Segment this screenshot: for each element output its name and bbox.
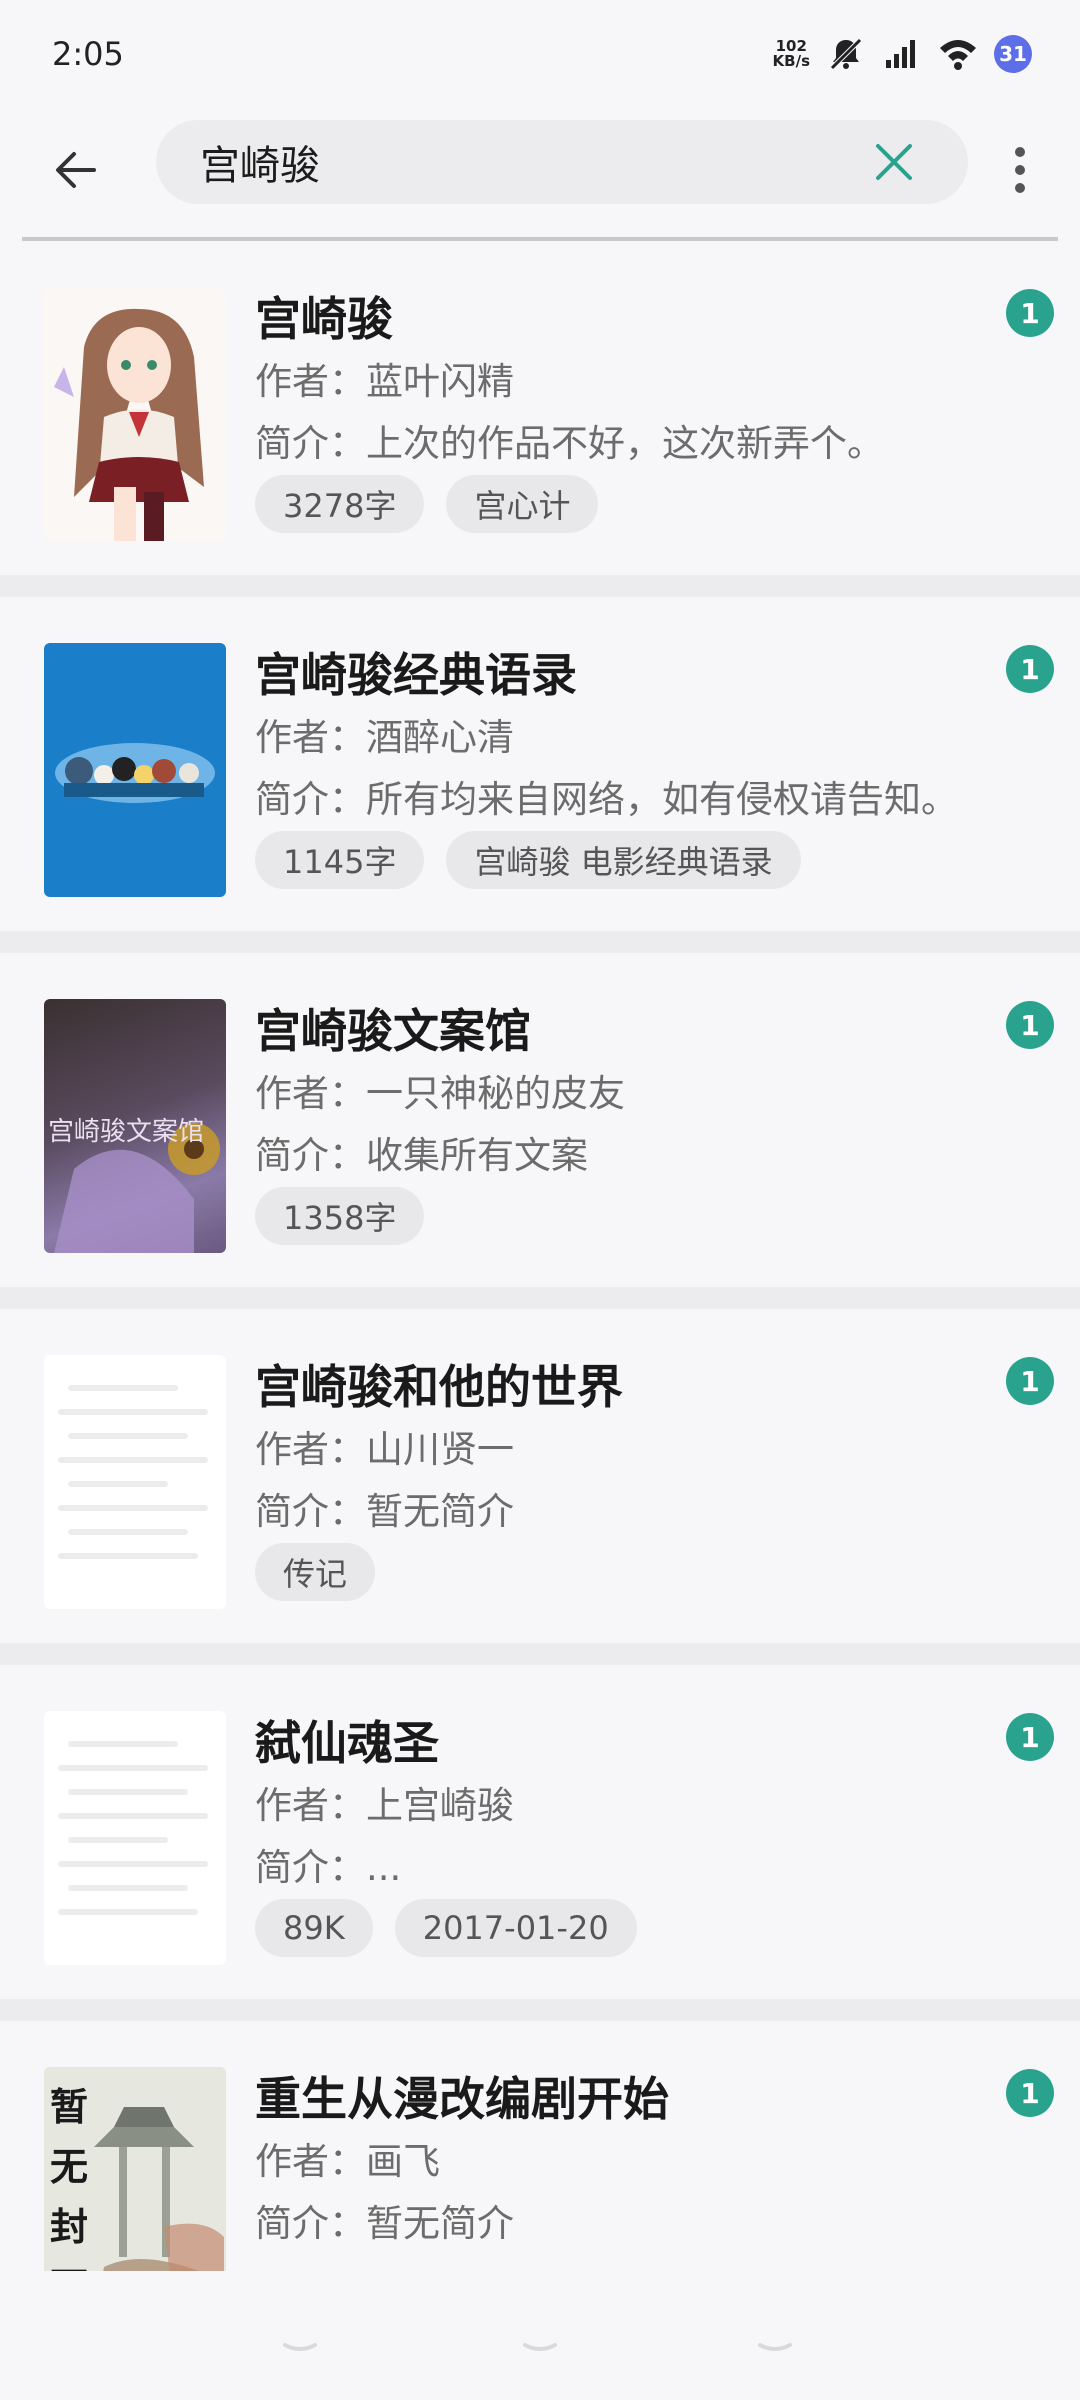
book-tag: 89K: [255, 1899, 373, 1957]
list-separator: [0, 931, 1080, 953]
book-item[interactable]: 宫崎骏 作者：蓝叶闪精 简介：上次的作品不好，这次新弄个。 3278字 宫心计 …: [0, 241, 1080, 575]
book-tags: 3278字 宫心计: [255, 475, 599, 533]
book-item[interactable]: 暂 无 封 面 重生从漫改编剧开始 作者：画飞 简介：暂无简介 1: [0, 2021, 1080, 2271]
list-separator: [0, 1287, 1080, 1309]
book-title[interactable]: 宫崎骏: [255, 283, 393, 349]
book-item[interactable]: 弑仙魂圣 作者：上宫崎骏 简介：... 89K 2017-01-20 1: [0, 1665, 1080, 1999]
list-separator: [0, 1643, 1080, 1665]
book-author: 作者：一只神秘的皮友: [255, 1072, 625, 1115]
status-time: 2:05: [52, 35, 124, 73]
book-tags: 1358字: [255, 1187, 425, 1245]
book-item[interactable]: 宫崎骏经典语录 作者：酒醉心清 简介：所有均来自网络，如有侵权请告知。 1145…: [0, 597, 1080, 931]
book-item[interactable]: 宫崎骏和他的世界 作者：山川贤一 简介：暂无简介 传记 1: [0, 1309, 1080, 1643]
blue-characters-cover-image: [44, 643, 226, 897]
book-tag: 宫心计: [446, 475, 599, 533]
no-cover-char: 暂: [50, 2085, 89, 2129]
book-intro: 简介：暂无简介: [255, 1490, 514, 1533]
book-tags: 1145字 宫崎骏 电影经典语录: [255, 831, 801, 889]
result-count-badge: 1: [1006, 289, 1054, 337]
result-count-badge: 1: [1006, 1357, 1054, 1405]
book-title[interactable]: 宫崎骏文案馆: [255, 995, 531, 1061]
status-icons: 102 KB/s 31: [773, 34, 1032, 74]
nav-gesture-hints: [283, 2343, 792, 2351]
book-tags: 89K 2017-01-20: [255, 1899, 637, 1957]
search-query-text[interactable]: 宫崎骏: [200, 133, 864, 191]
book-intro: 简介：所有均来自网络，如有侵权请告知。: [255, 778, 958, 821]
book-cover: 暂 无 封 面: [44, 2067, 226, 2271]
no-cover-char: 面: [50, 2257, 88, 2271]
search-results-list[interactable]: 宫崎骏 作者：蓝叶闪精 简介：上次的作品不好，这次新弄个。 3278字 宫心计 …: [0, 241, 1080, 2271]
result-count-badge: 1: [1006, 1713, 1054, 1761]
book-author: 作者：上宫崎骏: [255, 1784, 514, 1827]
list-separator: [0, 575, 1080, 597]
book-tag: 1145字: [255, 831, 425, 889]
result-count-badge: 1: [1006, 1001, 1054, 1049]
book-tags: 传记: [255, 1543, 376, 1601]
notification-count-badge: 31: [994, 35, 1032, 73]
cover-title-text: 宫崎骏文案馆: [48, 1117, 205, 1147]
more-vertical-icon: [1015, 147, 1025, 193]
search-header: 宫崎骏: [0, 108, 1080, 228]
book-title[interactable]: 宫崎骏经典语录: [255, 639, 577, 705]
status-bar: 2:05 102 KB/s 31: [0, 0, 1080, 108]
placeholder-cover: [44, 1711, 226, 1965]
navigation-bar: [0, 2271, 1080, 2400]
no-cover-char: 封: [50, 2205, 89, 2249]
back-button[interactable]: [40, 134, 112, 206]
clear-search-button[interactable]: [864, 132, 924, 192]
book-tag: 宫崎骏 电影经典语录: [446, 831, 801, 889]
list-separator: [0, 1999, 1080, 2021]
book-author: 作者：画飞: [255, 2140, 440, 2183]
no-cover-text: 暂 无 封 面: [50, 2077, 88, 2271]
book-intro: 简介：收集所有文案: [255, 1134, 588, 1177]
book-tag: 传记: [255, 1543, 376, 1601]
book-title[interactable]: 弑仙魂圣: [255, 1707, 439, 1773]
book-intro: 简介：暂无简介: [255, 2202, 514, 2245]
book-tag: 3278字: [255, 475, 425, 533]
anime-girl-cover-image: [44, 287, 226, 541]
net-speed-unit: KB/s: [772, 52, 810, 70]
book-cover: [44, 287, 226, 541]
mute-bell-icon: [826, 34, 866, 74]
book-author: 作者：蓝叶闪精: [255, 360, 514, 403]
book-title[interactable]: 宫崎骏和他的世界: [255, 1351, 623, 1417]
close-icon: [876, 144, 912, 180]
wifi-icon: [938, 34, 978, 74]
network-speed: 102 KB/s: [773, 39, 810, 69]
back-arrow-icon: [56, 152, 96, 188]
book-cover: [44, 643, 226, 897]
book-intro: 简介：...: [255, 1846, 402, 1889]
book-tag: 1358字: [255, 1187, 425, 1245]
signal-icon: [882, 34, 922, 74]
book-item[interactable]: 宫崎骏文案馆 宫崎骏文案馆 作者：一只神秘的皮友 简介：收集所有文案 1358字…: [0, 953, 1080, 1287]
book-title[interactable]: 重生从漫改编剧开始: [255, 2063, 669, 2129]
more-options-button[interactable]: [990, 130, 1050, 210]
search-input[interactable]: 宫崎骏: [156, 120, 968, 204]
book-author: 作者：酒醉心清: [255, 716, 514, 759]
book-intro: 简介：上次的作品不好，这次新弄个。: [255, 422, 884, 465]
result-count-badge: 1: [1006, 645, 1054, 693]
result-count-badge: 1: [1006, 2069, 1054, 2117]
book-author: 作者：山川贤一: [255, 1428, 514, 1471]
placeholder-cover: [44, 1355, 226, 1609]
book-cover: 宫崎骏文案馆: [44, 999, 226, 1253]
no-cover-char: 无: [50, 2145, 89, 2189]
book-tag: 2017-01-20: [394, 1899, 637, 1957]
